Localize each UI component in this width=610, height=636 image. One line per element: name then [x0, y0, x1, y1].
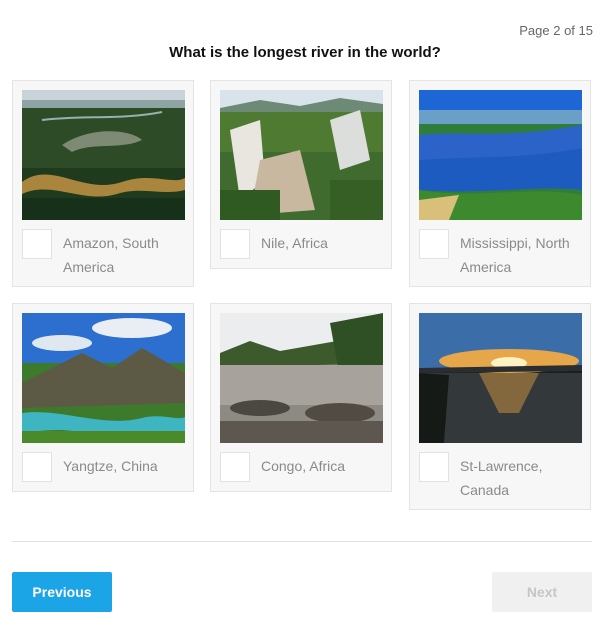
nile-river-photo: [220, 90, 383, 220]
option-checkbox[interactable]: [22, 229, 52, 259]
option-label: Mississippi, North America: [460, 235, 570, 275]
yangtze-river-photo: [22, 313, 185, 443]
option-label: Congo, Africa: [261, 458, 346, 474]
divider: [12, 541, 592, 542]
option-checkbox[interactable]: [220, 452, 250, 482]
question-title: What is the longest river in the world?: [169, 44, 441, 61]
option-label: St-Lawrence, Canada: [460, 458, 543, 498]
page-indicator: Page 2 of 15: [519, 23, 593, 38]
option-card-congo[interactable]: Congo, Africa: [210, 303, 392, 492]
option-checkbox[interactable]: [220, 229, 250, 259]
congo-river-photo: [220, 313, 383, 443]
option-checkbox[interactable]: [419, 229, 449, 259]
mississippi-river-photo: [419, 90, 582, 220]
option-label: Yangtze, China: [63, 458, 158, 474]
option-label: Nile, Africa: [261, 235, 328, 251]
option-checkbox[interactable]: [22, 452, 52, 482]
option-card-mississippi[interactable]: Mississippi, North America: [409, 80, 591, 287]
option-card-amazon[interactable]: Amazon, South America: [12, 80, 194, 287]
previous-button[interactable]: Previous: [12, 572, 112, 612]
amazon-river-photo: [22, 90, 185, 220]
option-label: Amazon, South America: [63, 235, 159, 275]
st-lawrence-river-photo: [419, 313, 582, 443]
next-button[interactable]: Next: [492, 572, 592, 612]
option-card-yangtze[interactable]: Yangtze, China: [12, 303, 194, 492]
option-card-st-lawrence[interactable]: St-Lawrence, Canada: [409, 303, 591, 510]
option-checkbox[interactable]: [419, 452, 449, 482]
option-card-nile[interactable]: Nile, Africa: [210, 80, 392, 269]
